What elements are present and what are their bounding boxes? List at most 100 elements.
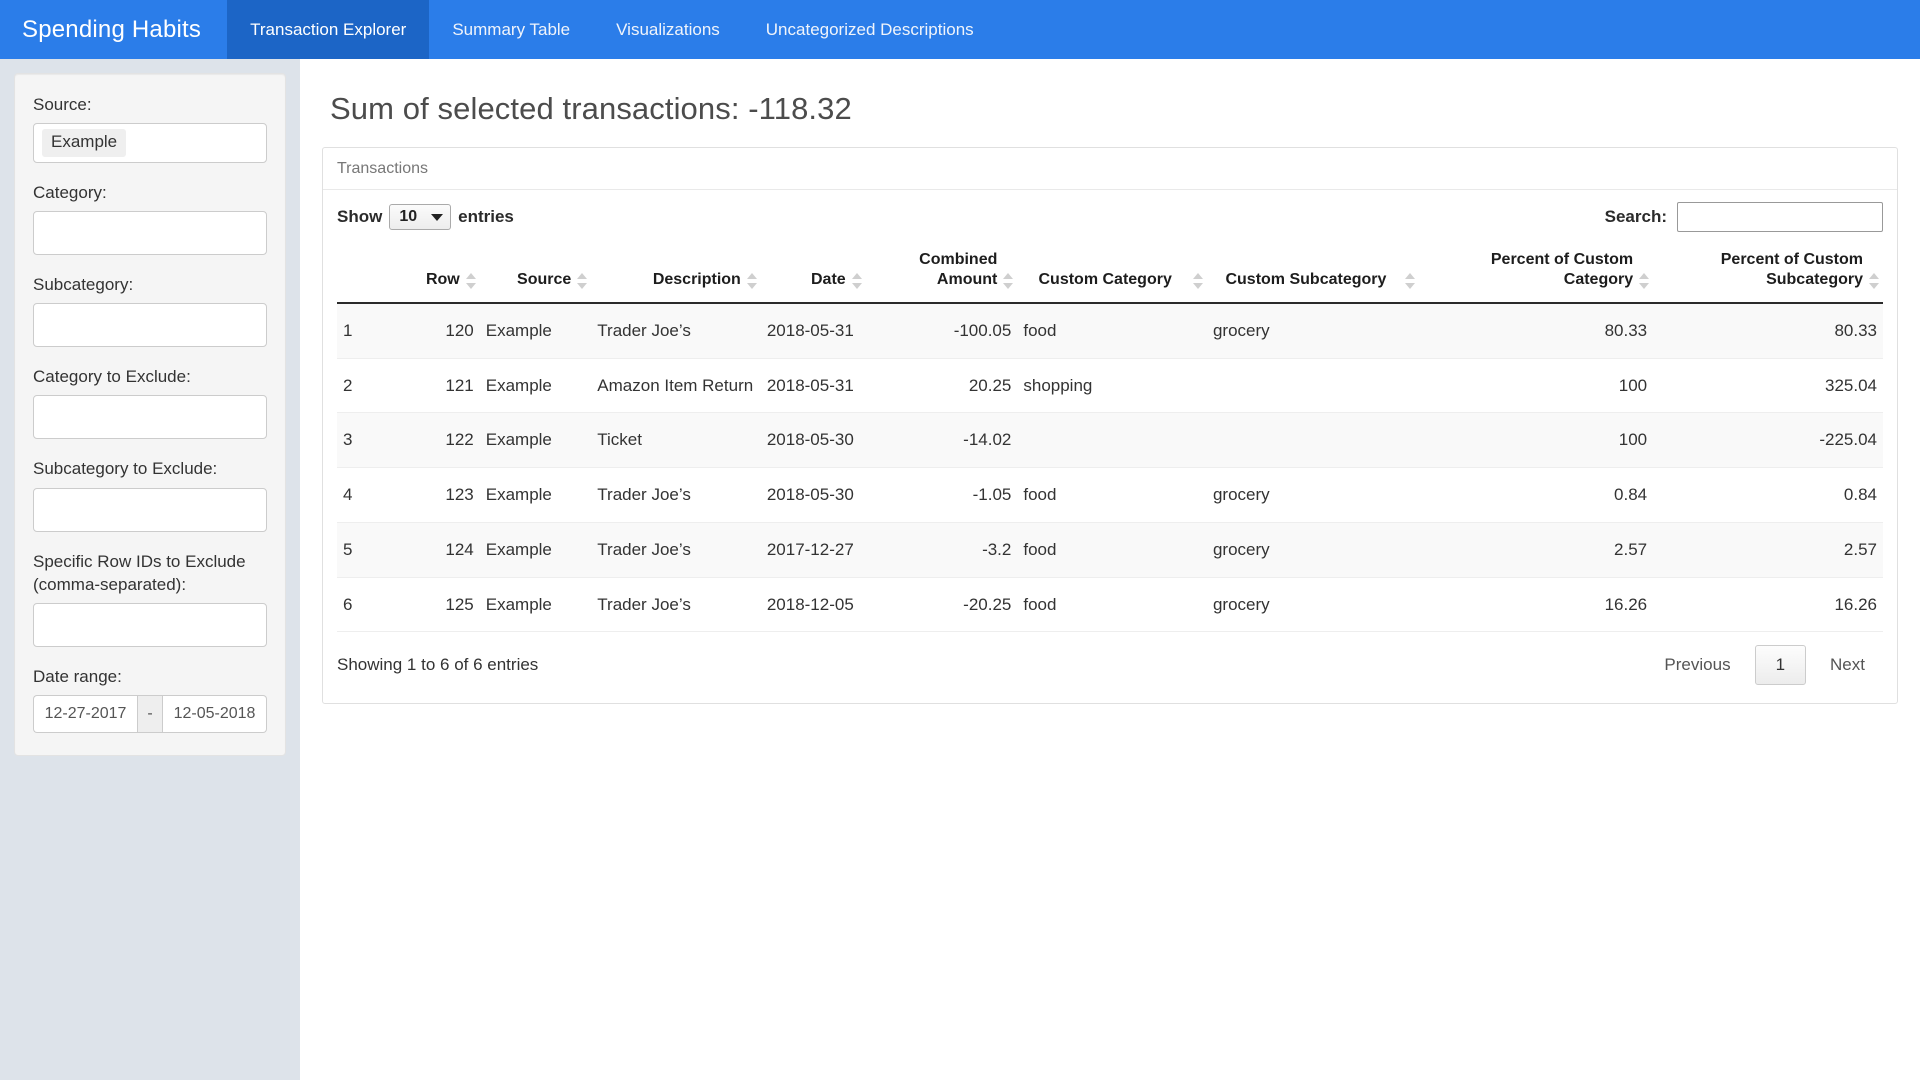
cell-amount: 20.25	[865, 358, 1018, 414]
cell-source: Example	[479, 522, 592, 578]
col-label: Percent of Custom Subcategory	[1720, 251, 1863, 289]
cell-pct-subcategory: 16.26	[1653, 577, 1883, 633]
cell-category: food	[1017, 467, 1207, 523]
cell-source: Example	[479, 302, 592, 359]
col-label: Combined Amount	[919, 251, 998, 289]
cell-pct-category: 16.26	[1418, 577, 1654, 633]
date-range-label: Date range:	[33, 666, 122, 686]
sort-icon[interactable]	[577, 272, 588, 289]
page-length-select[interactable]: 10	[389, 204, 452, 230]
col-source[interactable]: Source	[479, 240, 592, 304]
tab-transaction-explorer[interactable]: Transaction Explorer	[227, 0, 430, 59]
cell-pct-category: 100	[1418, 412, 1654, 469]
cell-subcategory	[1206, 412, 1419, 469]
col-custom-category[interactable]: Custom Category	[1017, 240, 1207, 304]
cell-source: Example	[479, 358, 592, 414]
cell-date: 2018-05-31	[760, 302, 866, 359]
cell-date: 2018-05-30	[760, 467, 866, 523]
sort-icon[interactable]	[1003, 272, 1014, 289]
sidebar-column: Source: Example Category: Subcategory: C…	[0, 59, 300, 1080]
cell-pct-category: 80.33	[1418, 302, 1654, 359]
category-input[interactable]	[33, 211, 267, 256]
date-range-start-input[interactable]: 12-27-2017	[33, 694, 137, 733]
entries-label: entries	[458, 207, 514, 226]
category-exclude-label: Category to Exclude:	[33, 367, 191, 387]
search-label: Search:	[1604, 207, 1667, 226]
cell-amount: -100.05	[865, 302, 1018, 359]
cell-category: shopping	[1017, 358, 1207, 414]
field-subcategory-exclude: Subcategory to Exclude:	[33, 457, 267, 532]
pagination-next[interactable]: Next	[1812, 646, 1883, 684]
sort-icon[interactable]	[1404, 272, 1415, 289]
col-row[interactable]: Row	[388, 240, 480, 304]
col-date[interactable]: Date	[760, 240, 866, 304]
cell-pct-subcategory: 80.33	[1653, 302, 1883, 359]
sort-icon[interactable]	[465, 272, 476, 289]
sort-icon[interactable]	[1192, 272, 1203, 289]
pagination-page-1[interactable]: 1	[1754, 645, 1807, 686]
table-row[interactable]: 4 123 Example Trader Joe’s 2018-05-30 -1.05 fo…	[337, 467, 1883, 523]
tab-uncategorized-descriptions[interactable]: Uncategorized Descriptions	[743, 0, 997, 59]
transactions-table: Row Source Description Date Combined Amo…	[337, 240, 1883, 633]
cell-index: 1	[337, 302, 389, 359]
cell-index: 4	[337, 467, 389, 523]
cell-pct-category: 0.84	[1418, 467, 1654, 523]
subcategory-label: Subcategory:	[33, 275, 134, 295]
row-ids-exclude-input[interactable]	[33, 602, 267, 647]
table-row[interactable]: 1 120 Example Trader Joe’s 2018-05-31 -100.05…	[337, 302, 1883, 359]
pagination-previous[interactable]: Previous	[1646, 646, 1748, 684]
page-body: Source: Example Category: Subcategory: C…	[0, 59, 1920, 1080]
source-input[interactable]: Example	[33, 123, 267, 164]
col-combined-amount[interactable]: Combined Amount	[865, 240, 1018, 304]
category-label: Category:	[33, 183, 107, 203]
table-row[interactable]: 5 124 Example Trader Joe’s 2017-12-27 -3.2 foo…	[337, 522, 1883, 578]
table-header: Row Source Description Date Combined Amo…	[337, 240, 1883, 304]
cell-pct-category: 100	[1418, 358, 1654, 414]
col-description[interactable]: Description	[591, 240, 761, 304]
col-label: Date	[810, 271, 846, 289]
col-percent-of-custom-subcategory[interactable]: Percent of Custom Subcategory	[1653, 240, 1883, 304]
table-header-row: Row Source Description Date Combined Amo…	[337, 240, 1883, 304]
col-percent-of-custom-category[interactable]: Percent of Custom Category	[1418, 240, 1654, 304]
sort-icon[interactable]	[1639, 272, 1650, 289]
cell-subcategory	[1206, 358, 1419, 414]
date-range-separator: -	[137, 694, 163, 733]
tab-visualizations[interactable]: Visualizations	[593, 0, 743, 59]
col-label: Percent of Custom Category	[1490, 251, 1634, 289]
table-row[interactable]: 2 121 Example Amazon Item Return 2018-05-31 2…	[337, 358, 1883, 414]
tab-summary-table[interactable]: Summary Table	[429, 0, 593, 59]
category-exclude-input[interactable]	[33, 395, 267, 440]
subcategory-input[interactable]	[33, 303, 267, 348]
nav-tab-list: Transaction Explorer Summary Table Visua…	[227, 0, 997, 59]
cell-date: 2018-05-31	[760, 358, 866, 414]
cell-subcategory: grocery	[1206, 522, 1419, 578]
chevron-down-icon	[431, 213, 444, 221]
tab-label: Summary Table	[452, 19, 571, 39]
sort-icon[interactable]	[851, 272, 862, 289]
sort-icon[interactable]	[746, 272, 757, 289]
col-select	[337, 240, 389, 304]
table-row[interactable]: 6 125 Example Trader Joe’s 2018-12-05 -20.25 f…	[337, 577, 1883, 633]
search-input[interactable]	[1677, 202, 1883, 232]
date-range-control: 12-27-2017 - 12-05-2018	[33, 694, 267, 733]
cell-row: 125	[388, 577, 480, 633]
cell-amount: -3.2	[865, 522, 1018, 578]
subcategory-exclude-input[interactable]	[33, 487, 267, 532]
date-range-end-input[interactable]: 12-05-2018	[163, 694, 267, 733]
sort-icon[interactable]	[1869, 272, 1879, 289]
cell-pct-subcategory: 0.84	[1653, 467, 1883, 523]
col-label: Description	[652, 271, 741, 289]
cell-date: 2017-12-27	[760, 522, 866, 578]
cell-subcategory: grocery	[1206, 577, 1419, 633]
cell-index: 5	[337, 522, 389, 578]
source-selected-chip[interactable]: Example	[42, 129, 127, 157]
col-custom-subcategory[interactable]: Custom Subcategory	[1206, 240, 1419, 304]
table-body: 1 120 Example Trader Joe’s 2018-05-31 -100.05…	[337, 302, 1883, 633]
cell-subcategory: grocery	[1206, 467, 1419, 523]
col-label: Custom Subcategory	[1225, 271, 1387, 289]
cell-index: 2	[337, 358, 389, 414]
table-row[interactable]: 3 122 Example Ticket 2018-05-30 -14.02 100 -225…	[337, 412, 1883, 469]
source-label: Source:	[33, 95, 92, 114]
page-length-value: 10	[399, 208, 418, 225]
field-category: Category:	[33, 181, 267, 256]
